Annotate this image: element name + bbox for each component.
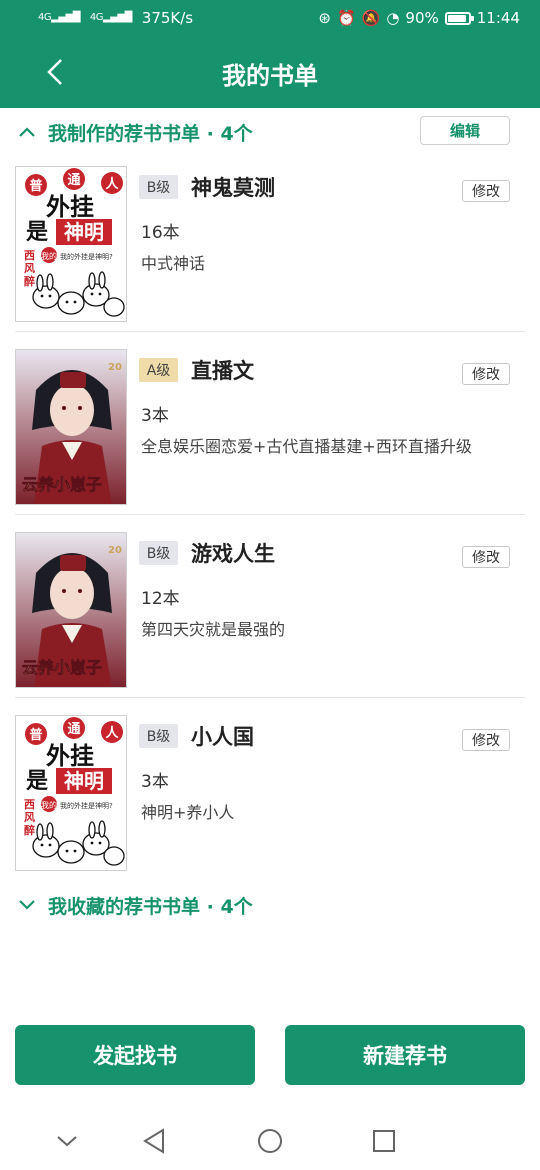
book-list-item[interactable]: 普 通 人 外挂 是 神明 西 风 醉 我的 我的外挂是神明? B级 小人国 修…	[15, 699, 525, 881]
status-bar: 4G▂▄▆█ 4G▂▄▆█ 375K/s ⊛ ⏰ 🔕 ◔ 90% 11:44	[0, 0, 540, 36]
book-description: 神明+养小人	[141, 803, 235, 822]
book-cover: 普 通 人 外挂 是 神明 西 风 醉 我的 我的外挂是神明?	[15, 166, 127, 322]
book-list-item[interactable]: 20 云养小崽子 B级 游戏人生 修改 12本 第四天灾就是最强的	[15, 516, 525, 698]
square-recents-icon	[373, 1130, 395, 1152]
svg-text:20: 20	[108, 362, 122, 373]
book-description: 第四天灾就是最强的	[141, 620, 286, 639]
data-saver-icon: ⊛	[318, 9, 331, 27]
svg-text:普: 普	[29, 178, 42, 194]
svg-text:风: 风	[24, 810, 35, 824]
signal-2-label: 4G	[89, 12, 104, 23]
book-count: 16本	[141, 223, 180, 243]
page-title: 我的书单	[222, 62, 318, 90]
modify-button[interactable]: 修改	[462, 546, 510, 568]
nav-home-button[interactable]	[253, 1124, 287, 1158]
svg-text:通: 通	[67, 721, 80, 737]
book-title: 小人国	[191, 725, 254, 749]
book-count: 3本	[141, 406, 169, 426]
level-badge: B级	[139, 724, 178, 748]
signal-2-icon: 4G▂▄▆█	[89, 12, 132, 23]
modify-button[interactable]: 修改	[462, 729, 510, 751]
svg-text:普: 普	[29, 727, 42, 743]
level-badge: B级	[139, 541, 178, 565]
book-title: 直播文	[191, 359, 254, 383]
battery-fill	[447, 14, 466, 22]
signal-1-label: 4G	[38, 12, 52, 23]
alarm-icon: ⏰	[336, 9, 356, 27]
svg-text:通: 通	[67, 172, 80, 188]
svg-text:风: 风	[24, 261, 35, 275]
svg-text:人: 人	[105, 725, 119, 741]
svg-text:20: 20	[108, 545, 122, 556]
app-header: 我的书单	[0, 36, 540, 108]
chevron-up-icon[interactable]	[16, 121, 38, 143]
svg-text:醉: 醉	[24, 274, 35, 288]
clock: 11:44	[476, 9, 520, 27]
mute-icon: 🔕	[361, 9, 381, 27]
svg-text:西: 西	[24, 249, 35, 262]
book-title: 游戏人生	[191, 542, 275, 566]
signal-1-icon: 4G▂▄▆█	[38, 12, 80, 23]
edit-button[interactable]: 编辑	[420, 116, 510, 145]
svg-text:西: 西	[24, 798, 35, 811]
system-nav-bar	[0, 1110, 540, 1170]
book-cover: 普 通 人 外挂 是 神明 西 风 醉 我的 我的外挂是神明?	[15, 715, 127, 871]
svg-text:我的外挂是神明?: 我的外挂是神明?	[60, 801, 113, 810]
my-lists-title: 我制作的荐书书单 · 4个	[48, 122, 253, 145]
book-cover: 20 云养小崽子	[15, 349, 127, 505]
fav-lists-header[interactable]: 我收藏的荐书书单 · 4个	[0, 881, 540, 929]
circle-home-icon	[258, 1129, 282, 1153]
svg-text:我的外挂是神明?: 我的外挂是神明?	[60, 252, 113, 261]
triangle-back-icon	[143, 1128, 164, 1154]
book-list-item[interactable]: 20 云养小崽子 A级 直播文 修改 3本 全息娱乐圈恋爱+古代直播基建+西环直…	[15, 333, 525, 515]
nav-recents-button[interactable]	[367, 1124, 401, 1158]
svg-text:云养小崽子: 云养小崽子	[22, 658, 102, 677]
speed-gauge-icon: ◔	[386, 9, 400, 27]
book-count: 3本	[141, 772, 169, 792]
svg-text:我的: 我的	[41, 800, 57, 810]
svg-text:醉: 醉	[24, 823, 35, 837]
book-description: 全息娱乐圈恋爱+古代直播基建+西环直播升级	[141, 437, 472, 456]
book-list-item[interactable]: 普 通 人 外挂 是 神明 西 风 醉 我的 我的外挂是神明? B级 神鬼莫测 …	[15, 150, 525, 332]
svg-text:神明: 神明	[64, 769, 104, 793]
book-cover: 20 云养小崽子	[15, 532, 127, 688]
svg-text:是: 是	[26, 769, 48, 794]
my-lists-header[interactable]: 我制作的荐书书单 · 4个 编辑	[0, 108, 540, 156]
modify-button[interactable]: 修改	[462, 180, 510, 202]
svg-text:外挂: 外挂	[46, 742, 94, 770]
chevron-down-icon	[57, 1136, 77, 1147]
book-count: 12本	[141, 589, 180, 609]
level-badge: A级	[139, 358, 178, 382]
nav-back-button[interactable]	[137, 1124, 171, 1158]
status-left: 4G▂▄▆█ 4G▂▄▆█ 375K/s	[38, 9, 193, 27]
new-recommendation-button[interactable]: 新建荐书	[285, 1025, 525, 1085]
level-badge: B级	[139, 175, 178, 199]
battery-icon	[444, 11, 474, 25]
book-description: 中式神话	[141, 254, 206, 273]
svg-text:人: 人	[105, 176, 119, 192]
status-right: ⊛ ⏰ 🔕 ◔ 90% 11:44	[318, 9, 520, 27]
svg-text:是: 是	[26, 220, 48, 245]
svg-text:我的: 我的	[41, 251, 57, 261]
svg-text:云养小崽子: 云养小崽子	[22, 475, 102, 494]
find-book-button[interactable]: 发起找书	[15, 1025, 255, 1085]
fav-lists-title: 我收藏的荐书书单 · 4个	[48, 895, 253, 918]
nav-collapse-button[interactable]	[50, 1124, 84, 1158]
svg-text:神明: 神明	[64, 220, 104, 244]
book-title: 神鬼莫测	[191, 176, 275, 200]
modify-button[interactable]: 修改	[462, 363, 510, 385]
svg-text:外挂: 外挂	[46, 193, 94, 221]
battery-percent: 90%	[405, 9, 439, 27]
chevron-down-icon[interactable]	[16, 894, 38, 916]
network-speed: 375K/s	[141, 9, 194, 27]
